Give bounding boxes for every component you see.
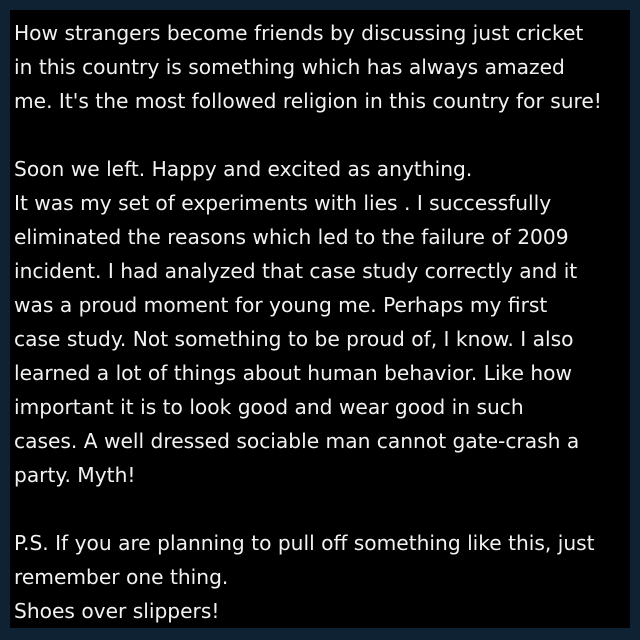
text-line: It was my set of experiments with lies .…: [14, 191, 552, 215]
text-line: in this country is something which has a…: [14, 55, 565, 79]
text-line: case study. Not something to be proud of…: [14, 327, 574, 351]
paragraph-1: How strangers become friends by discussi…: [14, 16, 624, 118]
story-text: How strangers become friends by discussi…: [14, 16, 624, 628]
paragraph-2: Soon we left. Happy and excited as anyth…: [14, 152, 624, 492]
text-line: cases. A well dressed sociable man canno…: [14, 429, 580, 453]
text-line: was a proud moment for young me. Perhaps…: [14, 293, 548, 317]
text-line: P.S. If you are planning to pull off som…: [14, 531, 595, 555]
text-line: incident. I had analyzed that case study…: [14, 259, 578, 283]
text-line: eliminated the reasons which led to the …: [14, 225, 569, 249]
text-panel: How strangers become friends by discussi…: [10, 10, 630, 628]
paragraph-3: P.S. If you are planning to pull off som…: [14, 526, 624, 628]
text-line: Shoes over slippers!: [14, 599, 220, 623]
text-line: learned a lot of things about human beha…: [14, 361, 573, 385]
text-line: me. It's the most followed religion in t…: [14, 89, 602, 113]
text-line: Soon we left. Happy and excited as anyth…: [14, 157, 473, 181]
text-line: party. Myth!: [14, 463, 136, 487]
text-line: How strangers become friends by discussi…: [14, 21, 584, 45]
text-line: remember one thing.: [14, 565, 229, 589]
text-line: important it is to look good and wear go…: [14, 395, 524, 419]
